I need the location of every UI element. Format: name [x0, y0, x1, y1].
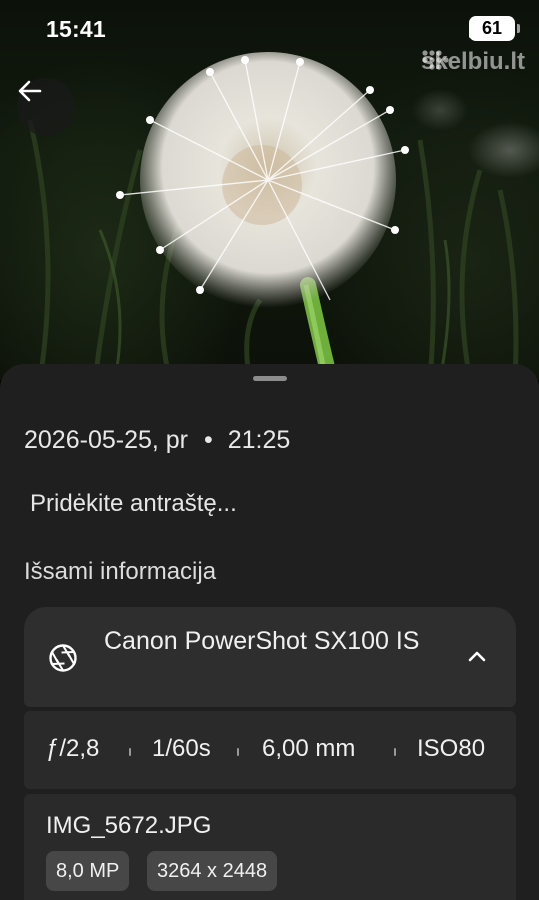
- chevron-up-icon[interactable]: [466, 645, 488, 667]
- exif-card: ƒ/2,8 1/60s 6,00 mm ISO80: [24, 711, 516, 789]
- date-text: 2026-05-25, pr: [24, 426, 189, 454]
- exif-separator: [394, 748, 396, 756]
- exif-aperture: ƒ/2,8: [46, 735, 100, 762]
- exif-iso: ISO80: [417, 735, 486, 762]
- back-button[interactable]: [17, 78, 75, 136]
- file-card: IMG_5672.JPG 8,0 MP 3264 x 2448: [24, 794, 516, 900]
- status-icons: 61: [469, 16, 520, 41]
- drag-handle[interactable]: [253, 376, 287, 381]
- resolution-chip: 3264 x 2448: [147, 851, 278, 891]
- status-time: 15:41: [46, 16, 106, 42]
- details-sheet: 2026-05-25, pr • 21:25 Pridėkite antrašt…: [0, 364, 539, 900]
- exif-focal-length: 6,00 mm: [262, 735, 356, 762]
- time-text: 21:25: [227, 426, 291, 454]
- arrow-left-icon: [18, 80, 42, 102]
- camera-name: Canon PowerShot SX100 IS: [104, 627, 420, 655]
- date-separator: •: [203, 426, 213, 454]
- file-name: IMG_5672.JPG: [46, 812, 212, 839]
- date-time: 2026-05-25, pr • 21:25: [24, 426, 290, 455]
- battery-level: 61: [481, 18, 503, 38]
- battery-indicator: 61: [469, 16, 520, 41]
- exif-shutter: 1/60s: [152, 735, 211, 762]
- exif-separator: [129, 748, 131, 756]
- caption-field[interactable]: Pridėkite antraštę...: [30, 490, 237, 518]
- camera-card[interactable]: Canon PowerShot SX100 IS: [24, 607, 516, 707]
- photo-viewer[interactable]: 15:41 61 skelbiu.lt: [0, 0, 539, 380]
- megapixels-chip: 8,0 MP: [46, 851, 130, 891]
- aperture-icon: [49, 644, 77, 672]
- section-title: Išsami informacija: [24, 558, 217, 585]
- exif-separator: [237, 748, 239, 756]
- watermark: skelbiu.lt: [421, 48, 525, 76]
- watermark-dots-icon: [422, 50, 449, 70]
